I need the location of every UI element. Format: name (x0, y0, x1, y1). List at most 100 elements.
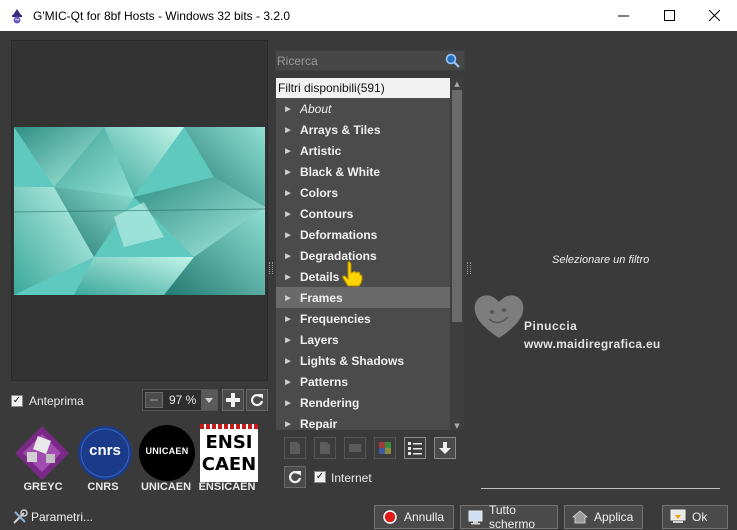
filter-category-item[interactable]: ▶ Repair (276, 413, 452, 431)
watermark-url: www.maidiregrafica.eu (524, 337, 661, 351)
download-button[interactable] (434, 437, 456, 459)
rename-favorite-button[interactable] (344, 437, 366, 459)
unicaen-logo: UNICAEN (138, 424, 196, 482)
filter-category-label: Lights & Shadows (300, 353, 405, 368)
expand-arrow-icon[interactable]: ▶ (276, 294, 300, 302)
plus-icon (226, 393, 240, 407)
scroll-down-arrow[interactable]: ▼ (450, 420, 464, 430)
zoom-in-button[interactable] (222, 389, 244, 411)
select-filter-message: Selezionare un filtro (552, 254, 650, 266)
filter-tree-header: Filtri disponibili(591) (276, 78, 452, 98)
unicaen-logo-text: UNICAEN (145, 446, 189, 456)
reset-zoom-button[interactable] (246, 389, 268, 411)
filter-category-item[interactable]: ▶ Colors (276, 182, 452, 203)
filter-scrollbar[interactable]: ▲ ▼ (450, 78, 464, 430)
scroll-up-arrow[interactable]: ▲ (450, 78, 464, 90)
expand-arrow-icon[interactable]: ▶ (276, 105, 300, 113)
filter-category-item[interactable]: ▶ Deformations (276, 224, 452, 245)
expand-arrow-icon[interactable]: ▶ (276, 210, 300, 218)
ensicaen-logo-bottom: CAEN (201, 454, 257, 475)
chevron-down-icon (205, 397, 213, 403)
right-splitter-handle[interactable] (467, 262, 471, 274)
expand-arrow-icon[interactable]: ▶ (276, 189, 300, 197)
refresh-icon (288, 471, 302, 484)
filter-category-item[interactable]: ▶ Arrays & Tiles (276, 119, 452, 140)
fullscreen-button[interactable]: Tutto schermo (460, 503, 558, 530)
parameters-button[interactable]: Parametri... (9, 505, 96, 529)
ok-button[interactable]: Ok (662, 505, 728, 529)
filter-category-item[interactable]: ▶ Black & White (276, 161, 452, 182)
apply-button[interactable]: Applica (564, 505, 643, 529)
fullscreen-icon-wrap (468, 509, 483, 525)
update-filters-button[interactable] (284, 466, 306, 488)
filter-category-label: Colors (300, 185, 339, 200)
ok-icon (670, 509, 686, 523)
zoom-control[interactable]: 97 % (142, 389, 218, 411)
close-icon (708, 10, 720, 21)
filter-category-label: About (300, 101, 332, 116)
filter-category-label: Patterns (300, 374, 349, 389)
filter-category-item[interactable]: ▶ Frames (276, 287, 452, 308)
preview-image[interactable] (14, 127, 265, 295)
filter-category-item[interactable]: ▶ Rendering (276, 392, 452, 413)
internet-checkbox-label: Internet (331, 471, 372, 485)
left-splitter-handle[interactable] (269, 262, 273, 274)
filter-list: ▶ About ▶ Arrays & Tiles ▶ Artistic ▶ Black & W… (276, 98, 452, 431)
filter-category-item[interactable]: ▶ Degradations (276, 245, 452, 266)
minimize-button[interactable] (600, 0, 646, 31)
filter-category-item[interactable]: ▶ About (276, 98, 452, 119)
preview-checkbox-label: Anteprima (29, 394, 84, 408)
filter-category-label: Details (300, 269, 340, 284)
expand-arrow-icon[interactable]: ▶ (276, 420, 300, 428)
search-box[interactable] (275, 50, 465, 71)
internet-checkbox[interactable]: ✓ (314, 471, 326, 483)
remove-favorite-button[interactable] (314, 437, 336, 459)
expand-arrow-icon[interactable]: ▶ (276, 273, 300, 281)
expand-arrow-icon[interactable]: ▶ (276, 252, 300, 260)
expand-arrow-icon[interactable]: ▶ (276, 231, 300, 239)
expand-arrow-icon[interactable]: ▶ (276, 315, 300, 323)
apply-button-label: Applica (594, 510, 634, 524)
filter-category-item[interactable]: ▶ Details (276, 266, 452, 287)
zoom-dropdown-button[interactable] (201, 390, 217, 410)
filter-category-label: Degradations (300, 248, 377, 263)
arrow-down-icon (439, 442, 451, 454)
close-button[interactable] (691, 0, 737, 31)
expand-arrow-icon[interactable]: ▶ (276, 336, 300, 344)
add-favorite-button[interactable] (284, 437, 306, 459)
filter-category-item[interactable]: ▶ Patterns (276, 371, 452, 392)
search-input[interactable] (277, 52, 442, 69)
filter-category-label: Black & White (300, 164, 381, 179)
filter-category-item[interactable]: ▶ Contours (276, 203, 452, 224)
filter-category-item[interactable]: ▶ Frequencies (276, 308, 452, 329)
expand-arrow-icon[interactable]: ▶ (276, 126, 300, 134)
scrollbar-thumb[interactable] (452, 90, 462, 322)
expand-collapse-button[interactable] (404, 437, 426, 459)
zoom-value[interactable]: 97 % (169, 393, 196, 407)
expand-arrow-icon[interactable]: ▶ (276, 168, 300, 176)
minus-icon (150, 399, 158, 401)
filter-category-label: Rendering (300, 395, 360, 410)
filter-category-label: Layers (300, 332, 339, 347)
cnrs-logo-text: cnrs (89, 442, 121, 459)
filter-category-label: Contours (300, 206, 354, 221)
color-palette-icon (379, 442, 391, 454)
maximize-button[interactable] (646, 0, 692, 31)
search-icon[interactable] (445, 53, 460, 68)
filter-category-item[interactable]: ▶ Lights & Shadows (276, 350, 452, 371)
expand-arrow-icon[interactable]: ▶ (276, 357, 300, 365)
filter-category-item[interactable]: ▶ Layers (276, 329, 452, 350)
cancel-button[interactable]: Annulla (374, 505, 454, 529)
zoom-out-button[interactable] (145, 392, 163, 408)
filter-category-label: Frequencies (300, 311, 371, 326)
ok-icon-wrap (670, 509, 686, 525)
filter-category-item[interactable]: ▶ Artistic (276, 140, 452, 161)
preview-checkbox[interactable]: ✓ (11, 395, 23, 407)
visibility-button[interactable] (374, 437, 396, 459)
filter-tree[interactable]: Filtri disponibili(591) ▶ About ▶ Arrays & … (275, 77, 465, 431)
expand-arrow-icon[interactable]: ▶ (276, 147, 300, 155)
parameters-button-label: Parametri... (31, 510, 94, 524)
expand-arrow-icon[interactable]: ▶ (276, 378, 300, 386)
expand-arrow-icon[interactable]: ▶ (276, 399, 300, 407)
maximize-icon (663, 10, 675, 21)
